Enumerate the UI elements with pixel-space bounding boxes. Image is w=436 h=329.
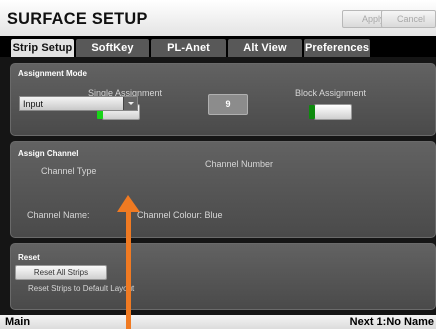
tab-bar: Strip Setup SoftKey Setup PL-Anet Setup …: [0, 36, 436, 72]
tab-preferences[interactable]: Preferences: [304, 39, 370, 57]
channel-name-label: Channel Name:: [27, 210, 90, 220]
channel-type-select[interactable]: Input: [19, 96, 138, 111]
tab-strip-setup[interactable]: Strip Setup: [11, 39, 74, 57]
status-right: Next 1:No Name: [349, 316, 434, 328]
status-bar: Main Next 1:No Name: [0, 315, 436, 329]
title-bar: SURFACE SETUP Apply Cancel: [0, 0, 436, 36]
channel-type-value: Input: [23, 99, 44, 109]
assign-channel-panel: Assign Channel Channel Type Channel Numb…: [10, 141, 436, 238]
reset-panel: Reset Reset All Strips Reset Strips to D…: [10, 243, 436, 310]
assignment-mode-title: Assignment Mode: [18, 69, 87, 78]
reset-description: Reset Strips to Default Layout: [28, 284, 135, 293]
annotation-arrow-icon: [117, 195, 140, 212]
block-assignment-label: Block Assignment: [295, 88, 367, 98]
reset-title: Reset: [18, 253, 40, 262]
tab-alt-view-setup[interactable]: Alt View Setup: [228, 39, 302, 72]
cancel-label: Cancel: [397, 14, 426, 24]
tab-pl-anet-setup[interactable]: PL-Anet Setup: [151, 39, 226, 72]
reset-all-strips-button[interactable]: Reset All Strips: [15, 265, 107, 280]
channel-number-label: Channel Number: [205, 159, 274, 169]
annotation-arrow-shaft: [126, 208, 131, 329]
assign-channel-title: Assign Channel: [18, 149, 79, 158]
status-left: Main: [5, 316, 31, 328]
channel-type-label: Channel Type: [41, 166, 97, 176]
page-title: SURFACE SETUP: [7, 9, 148, 28]
chevron-down-icon[interactable]: [123, 97, 137, 110]
channel-colour-label: Channel Colour: Blue: [137, 210, 223, 220]
cancel-button[interactable]: Cancel: [381, 10, 436, 28]
block-assignment-toggle[interactable]: [309, 104, 352, 120]
tab-softkey-setup[interactable]: SoftKey Setup: [76, 39, 149, 72]
block-assignment-led-icon: [309, 105, 315, 119]
channel-number-field[interactable]: 9: [208, 94, 248, 115]
